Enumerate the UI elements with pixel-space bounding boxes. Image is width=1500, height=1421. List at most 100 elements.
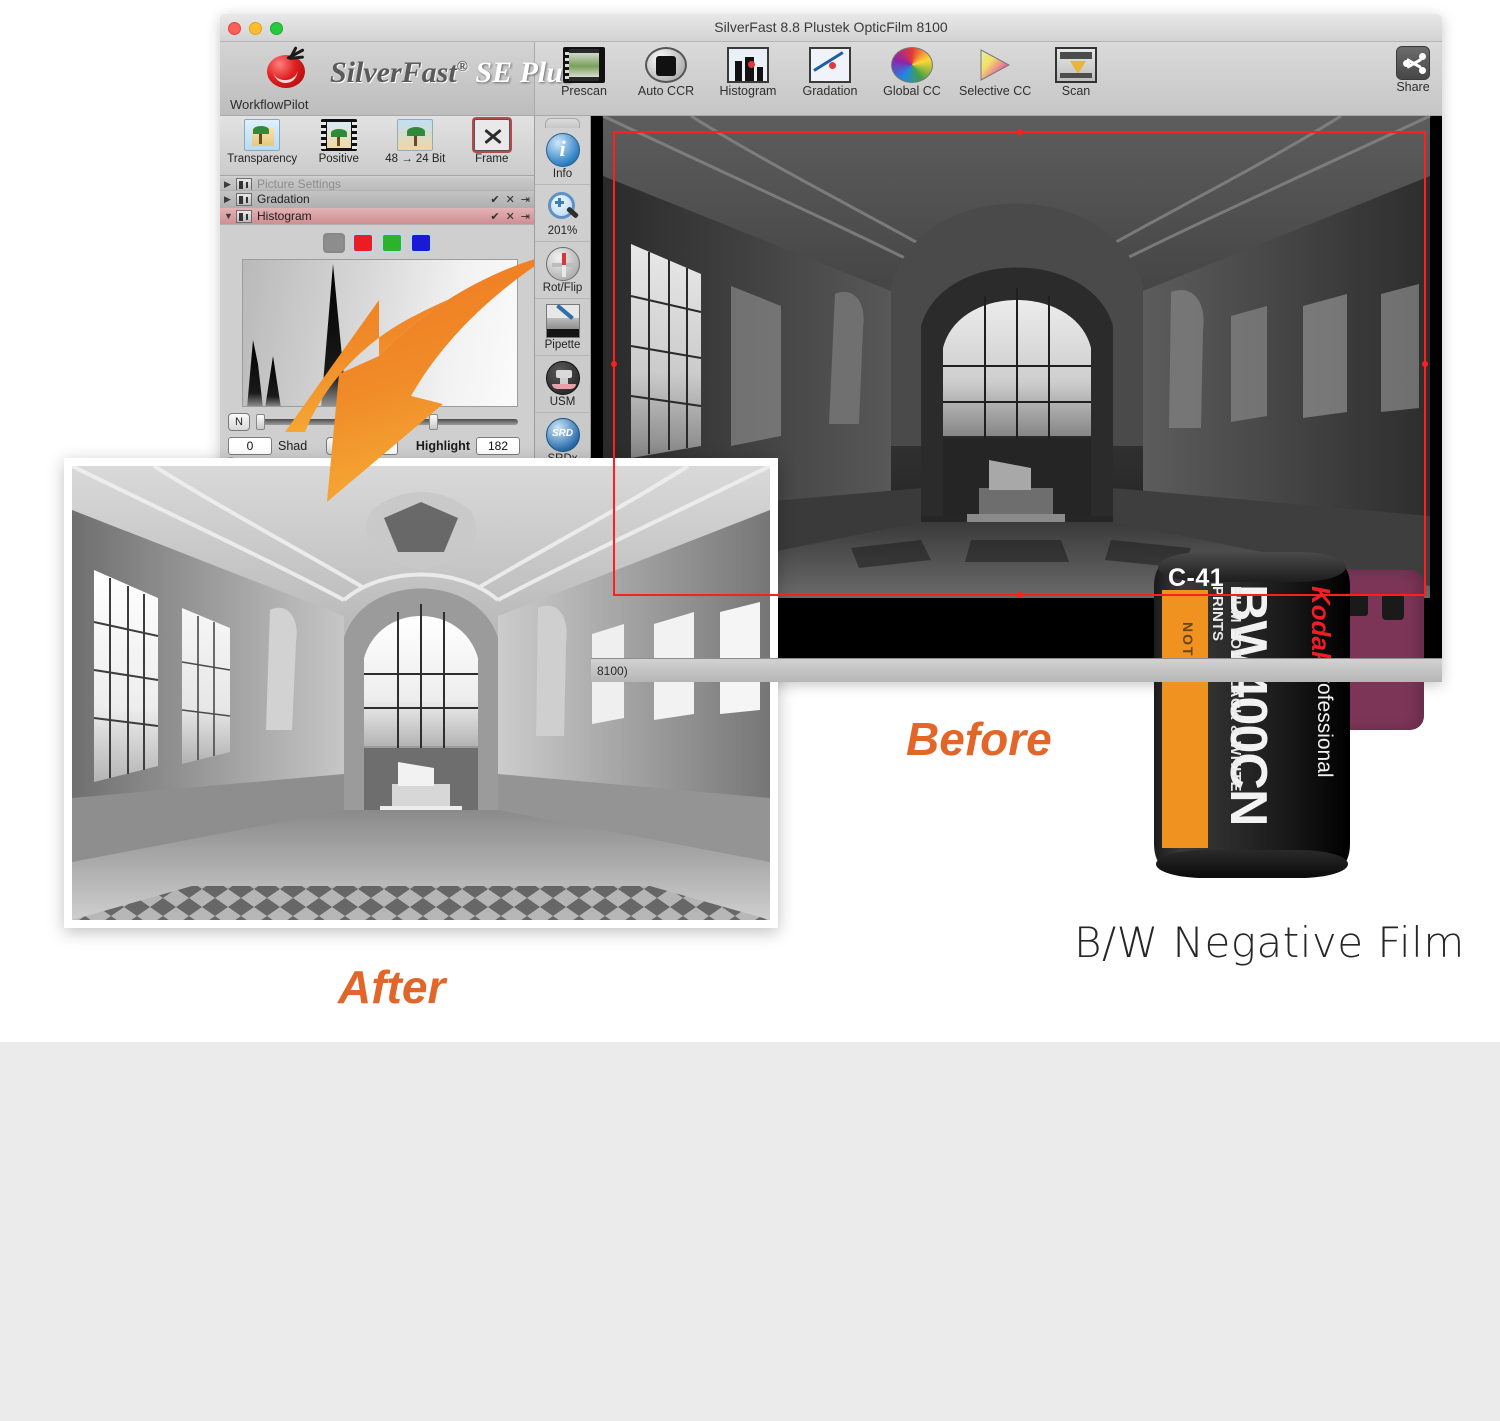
panel-row-histogram[interactable]: ▼ Histogram ✔ ✕ ⇥ (220, 208, 534, 225)
tool-label-pipette: Pipette (544, 339, 581, 351)
shadow-value-field[interactable]: 0 (228, 437, 272, 455)
share-icon (1396, 46, 1430, 80)
film-perforation (1382, 594, 1404, 620)
tool-info[interactable]: Info (535, 128, 590, 185)
panel-label-gradation: Gradation (257, 192, 310, 206)
toolbar-label-scan: Scan (1061, 84, 1091, 98)
mode-button-frame[interactable]: Frame (456, 119, 529, 165)
share-label: Share (1396, 80, 1430, 94)
label-before: Before (906, 713, 1052, 765)
share-button[interactable]: Share (1396, 42, 1442, 94)
mode-button-bit-depth[interactable]: 48 → 24 Bit (379, 119, 452, 165)
film-desc-line1: FILM FOR BLACK & WHITE (1227, 586, 1244, 792)
window-titlebar: SilverFast 8.8 Plustek OpticFilm 8100 (220, 14, 1442, 42)
tool-rot-flip[interactable]: Rot/Flip (535, 242, 590, 299)
gradation-icon (809, 47, 851, 83)
mode-label-positive: Positive (318, 153, 359, 165)
workflowpilot-tomato-icon[interactable] (265, 46, 309, 88)
apply-icon[interactable]: ✔ (490, 193, 499, 206)
picture-settings-icon (236, 178, 252, 190)
film-desc-line2: PRINTS (1209, 586, 1226, 642)
toolbar-label-selective-cc: Selective CC (959, 84, 1032, 98)
after-chapel-image (72, 466, 770, 920)
histogram-value-row: 0 Shad N -1 Highlight 182 (228, 437, 520, 455)
chevron-down-icon: ▼ (224, 211, 233, 221)
info-icon (545, 133, 580, 167)
workflowpilot-label: WorkflowPilot (230, 97, 309, 112)
toolbar-button-scan[interactable]: Scan (1041, 42, 1111, 98)
canister-body: C-41 NOTES BW400CN FILM FOR BLACK & WHIT… (1154, 550, 1350, 880)
frame-tools-icon (473, 119, 510, 151)
hero-area: SilverFast 8.8 Plustek OpticFilm 8100 Wo… (0, 0, 1500, 1042)
window-title: SilverFast 8.8 Plustek OpticFilm 8100 (714, 19, 948, 35)
toolbar-label-auto-ccr: Auto CCR (637, 84, 695, 98)
detach-icon[interactable]: ⇥ (521, 193, 530, 206)
toolbar-button-histogram[interactable]: Histogram (713, 42, 783, 98)
tool-label-info: Info (552, 168, 573, 180)
zoom-magnifier-icon (546, 190, 580, 224)
toolbar-label-global-cc: Global CC (883, 84, 941, 98)
midtone-value-field[interactable]: -1 (353, 437, 398, 455)
shadow-knob[interactable] (256, 414, 265, 430)
tool-zoom[interactable]: 201% (535, 185, 590, 242)
main-toolbar: Prescan Auto CCR Histogram Gradation Glo… (535, 42, 1442, 116)
tool-label-zoom: 201% (547, 225, 578, 237)
prescan-icon (563, 47, 605, 83)
highlight-value-field[interactable]: 182 (475, 437, 520, 455)
global-cc-icon (891, 47, 933, 83)
tool-pipette[interactable]: Pipette (535, 299, 590, 356)
film-brand-label: Kodak (1306, 586, 1336, 666)
aaco-banner: AA CO Auto Adaptive Contrast Optimizatio (0, 1042, 1500, 1421)
pipette-icon (545, 304, 580, 338)
reset-icon[interactable]: ✕ (506, 210, 515, 223)
histogram-range-track[interactable] (256, 414, 518, 430)
apply-icon[interactable]: ✔ (490, 210, 499, 223)
gray-channel-swatch[interactable] (322, 233, 345, 253)
shadow-neutral-button[interactable]: N (228, 413, 250, 431)
chevron-right-icon: ▶ (224, 178, 231, 189)
mode-label-transparency: Transparency (227, 153, 298, 165)
red-channel-swatch[interactable] (351, 233, 374, 253)
toolbar-button-selective-cc[interactable]: Selective CC (959, 42, 1032, 98)
product-edition: SE Plus (475, 56, 575, 89)
brand-cell: WorkflowPilot SilverFast® SE Plus (220, 42, 575, 116)
top-strip: WorkflowPilot SilverFast® SE Plus Presca… (220, 42, 1442, 116)
usm-sharpen-icon (545, 361, 580, 395)
after-image-frame (72, 466, 770, 920)
histogram-graph[interactable] (242, 259, 518, 407)
highlight-knob[interactable] (428, 414, 438, 430)
toolbar-button-gradation[interactable]: Gradation (795, 42, 865, 98)
registered-mark: ® (456, 59, 468, 75)
reset-icon[interactable]: ✕ (506, 193, 515, 206)
transparency-icon (244, 119, 281, 151)
highlight-label: Highlight (415, 439, 470, 453)
srdx-icon (545, 418, 580, 452)
tool-label-usm: USM (549, 396, 576, 408)
gradation-panel-icon (236, 192, 252, 206)
scan-icon (1055, 47, 1097, 83)
product-name: SilverFast® SE Plus (330, 56, 575, 90)
detach-icon[interactable]: ⇥ (521, 210, 530, 223)
green-channel-swatch[interactable] (380, 233, 403, 253)
status-text: 8100) (597, 663, 628, 678)
blue-channel-swatch[interactable] (409, 233, 432, 253)
panel-row-gradation[interactable]: ▶ Gradation ✔ ✕ ⇥ (220, 191, 534, 208)
toolbar-label-gradation: Gradation (802, 84, 858, 98)
after-image-card (64, 458, 778, 928)
mode-label-frame: Frame (475, 153, 509, 165)
histogram-icon (727, 47, 769, 83)
chevron-right-icon: ▶ (224, 193, 231, 204)
mode-button-transparency[interactable]: Transparency (226, 119, 299, 165)
mode-button-positive[interactable]: Positive (303, 119, 376, 165)
panel-row-picture-settings[interactable]: ▶ Picture Settings (220, 178, 534, 191)
panel-actions: ✔ ✕ ⇥ (490, 210, 530, 223)
channel-swatches (220, 233, 534, 253)
mode-label-bit-depth: 48 → 24 Bit (385, 153, 446, 165)
midtone-neutral-button[interactable]: N (325, 437, 348, 455)
toolbar-button-global-cc[interactable]: Global CC (877, 42, 947, 98)
tool-usm[interactable]: USM (535, 356, 590, 413)
auto-ccr-icon (645, 47, 687, 83)
preview-status-bar: 8100) (591, 658, 1442, 682)
toolbar-button-auto-ccr[interactable]: Auto CCR (631, 42, 701, 98)
panel-label-histogram: Histogram (257, 209, 312, 223)
